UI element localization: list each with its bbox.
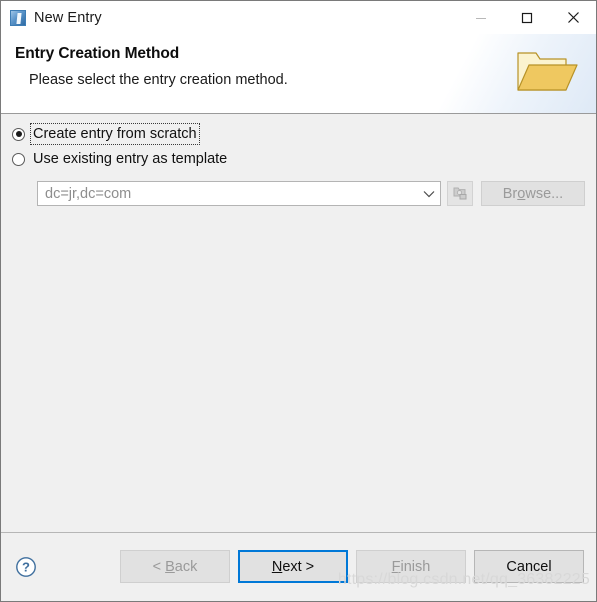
radio-icon-scratch[interactable]	[12, 127, 25, 141]
wizard-header: Entry Creation Method Please select the …	[1, 34, 596, 114]
next-button[interactable]: Next >	[238, 550, 348, 583]
maximize-icon[interactable]	[504, 1, 550, 34]
minimize-icon[interactable]	[458, 1, 504, 34]
wizard-buttons: < Back Next > Finish Cancel	[112, 550, 584, 583]
content-area: Create entry from scratch Use existing e…	[1, 114, 596, 532]
window-title: New Entry	[34, 9, 102, 26]
template-entry-row: dc=jr,dc=com Browse...	[37, 181, 596, 206]
cancel-button-label: Cancel	[506, 558, 552, 575]
cancel-button[interactable]: Cancel	[474, 550, 584, 583]
finish-button-label: Finish	[391, 558, 431, 575]
help-question-icon[interactable]: ?	[15, 556, 37, 578]
folder-picker-icon	[453, 187, 467, 200]
title-bar: New Entry	[1, 1, 596, 34]
finish-button[interactable]: Finish	[356, 550, 466, 583]
back-button[interactable]: < Back	[120, 550, 230, 583]
browse-button[interactable]: Browse...	[481, 181, 585, 206]
ldap-entry-icon	[10, 9, 26, 26]
header-text-group: Entry Creation Method Please select the …	[15, 45, 288, 88]
window-controls	[458, 1, 596, 34]
folder-picker-icon-button[interactable]	[447, 181, 473, 206]
template-dn-value: dc=jr,dc=com	[45, 185, 132, 202]
option-use-template[interactable]: Use existing entry as template	[12, 148, 596, 170]
next-button-label: Next >	[271, 558, 315, 575]
new-entry-dialog: New Entry Entry Creation Method Please s…	[0, 0, 597, 602]
option-label-template: Use existing entry as template	[33, 151, 228, 167]
page-title: Entry Creation Method	[15, 45, 180, 62]
dialog-footer: ? < Back Next > Finish Cancel https://bl…	[1, 532, 596, 601]
template-dn-combobox[interactable]: dc=jr,dc=com	[37, 181, 441, 206]
option-label-scratch: Create entry from scratch	[30, 123, 200, 145]
svg-text:?: ?	[22, 560, 30, 575]
radio-icon-template[interactable]	[12, 152, 25, 166]
browse-button-label: Browse...	[502, 185, 564, 202]
back-button-label: < Back	[152, 558, 198, 575]
option-create-from-scratch[interactable]: Create entry from scratch	[12, 123, 596, 145]
close-icon[interactable]	[550, 1, 596, 34]
chevron-down-icon[interactable]	[418, 190, 440, 198]
page-subtitle: Please select the entry creation method.	[29, 72, 288, 88]
folder-icon	[517, 52, 578, 91]
